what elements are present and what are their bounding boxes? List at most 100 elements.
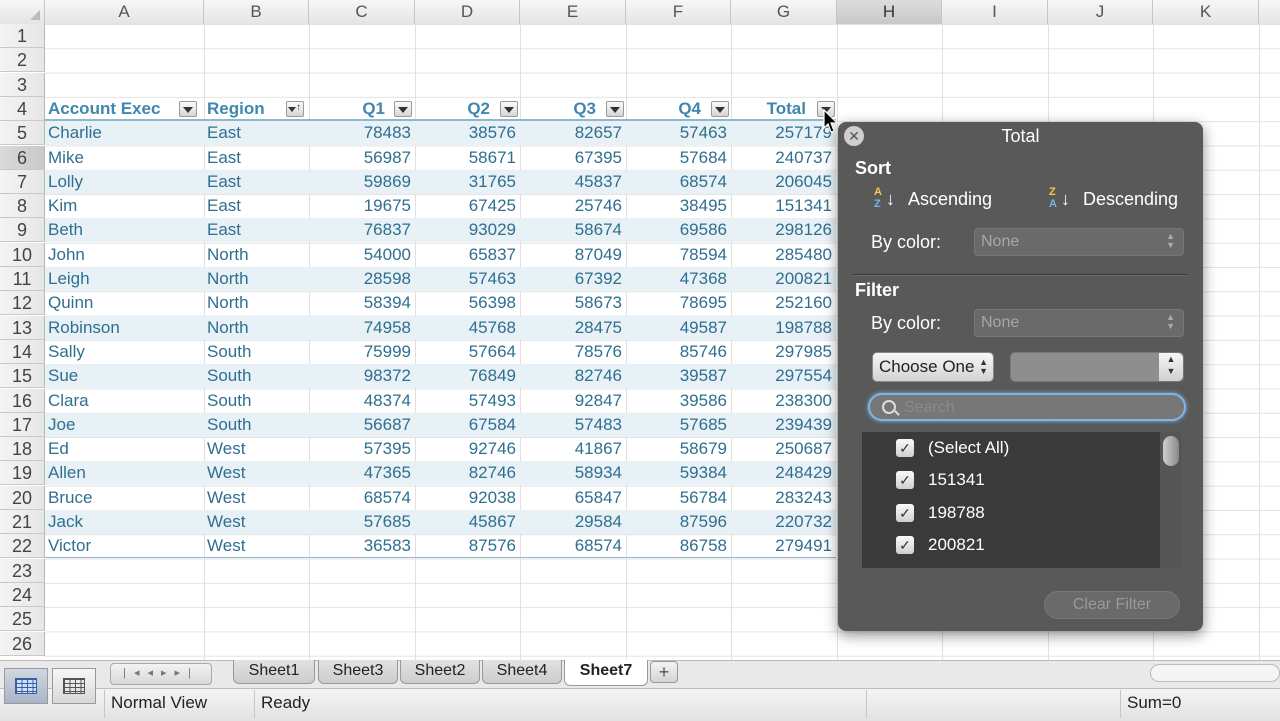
row-header-16[interactable]: 16 <box>0 388 45 413</box>
table-cell[interactable]: 36583 <box>309 534 415 558</box>
table-cell[interactable]: 19675 <box>309 194 415 218</box>
table-cell[interactable]: Sue <box>45 364 204 388</box>
column-header-e[interactable]: E <box>520 0 626 24</box>
filter-dropdown-icon[interactable] <box>711 100 729 117</box>
table-cell[interactable]: South <box>204 389 309 413</box>
column-header-c[interactable]: C <box>309 0 415 24</box>
table-cell[interactable]: 39586 <box>626 389 731 413</box>
table-cell[interactable]: 54000 <box>309 243 415 267</box>
table-cell[interactable]: North <box>204 267 309 291</box>
table-cell[interactable]: 200821 <box>731 267 836 291</box>
table-cell[interactable]: 297554 <box>731 364 836 388</box>
row-header-17[interactable]: 17 <box>0 412 45 437</box>
table-cell[interactable]: Victor <box>45 534 204 558</box>
table-cell[interactable]: 28475 <box>520 316 626 340</box>
row-header-4[interactable]: 4 <box>0 96 45 121</box>
filter-color-select[interactable]: None ▲ ▼ <box>974 309 1184 337</box>
column-header-f[interactable]: F <box>626 0 731 24</box>
row-header-6[interactable]: 6 <box>0 145 45 170</box>
table-cell[interactable]: 25746 <box>520 194 626 218</box>
row-header-18[interactable]: 18 <box>0 437 45 462</box>
table-cell[interactable]: 29584 <box>520 510 626 534</box>
table-cell[interactable]: 76849 <box>415 364 520 388</box>
filter-values-list[interactable]: ✓ (Select All) ✓ 151341 ✓ 198788 ✓ 200821 <box>862 432 1182 568</box>
table-cell[interactable]: Joe <box>45 413 204 437</box>
table-cell[interactable]: 58674 <box>520 218 626 242</box>
table-cell[interactable]: 57463 <box>626 121 731 145</box>
table-cell[interactable]: Leigh <box>45 267 204 291</box>
table-cell[interactable]: 65847 <box>520 486 626 510</box>
sheet-tab-sheet2[interactable]: Sheet2 <box>400 660 480 684</box>
row-header-25[interactable]: 25 <box>0 607 45 632</box>
table-cell[interactable]: Lolly <box>45 170 204 194</box>
sort-filter-dropdown-icon[interactable]: ↑ <box>286 100 304 117</box>
filter-list-item[interactable]: ✓ (Select All) <box>862 432 1158 464</box>
table-cell[interactable]: Robinson <box>45 316 204 340</box>
column-header-b[interactable]: B <box>204 0 309 24</box>
table-cell[interactable]: 279491 <box>731 534 836 558</box>
table-cell[interactable]: 58671 <box>415 146 520 170</box>
table-cell[interactable]: West <box>204 534 309 558</box>
table-cell[interactable]: 41867 <box>520 437 626 461</box>
table-cell[interactable]: 68574 <box>520 534 626 558</box>
table-cell[interactable]: 151341 <box>731 194 836 218</box>
table-cell[interactable]: 98372 <box>309 364 415 388</box>
sheet-tab-sheet7[interactable]: Sheet7 <box>564 660 648 686</box>
filter-dropdown-icon[interactable] <box>394 100 412 117</box>
table-cell[interactable]: West <box>204 461 309 485</box>
sort-ascending-button[interactable]: A Z ↓ Ascending <box>872 186 992 212</box>
table-cell[interactable]: 92847 <box>520 389 626 413</box>
checkbox-checked-icon[interactable]: ✓ <box>896 503 914 522</box>
table-cell[interactable]: 239439 <box>731 413 836 437</box>
table-cell[interactable]: 56687 <box>309 413 415 437</box>
table-cell[interactable]: Beth <box>45 218 204 242</box>
table-cell[interactable]: 238300 <box>731 389 836 413</box>
row-header-3[interactable]: 3 <box>0 72 45 97</box>
table-cell[interactable]: 82746 <box>415 461 520 485</box>
table-cell[interactable]: 87049 <box>520 243 626 267</box>
row-header-10[interactable]: 10 <box>0 242 45 267</box>
column-header-i[interactable]: I <box>942 0 1048 24</box>
table-cell[interactable]: 56784 <box>626 486 731 510</box>
row-header-12[interactable]: 12 <box>0 291 45 316</box>
table-cell[interactable]: 298126 <box>731 218 836 242</box>
table-cell[interactable]: 257179 <box>731 121 836 145</box>
table-cell[interactable]: East <box>204 146 309 170</box>
row-header-23[interactable]: 23 <box>0 558 45 583</box>
table-cell[interactable]: 67584 <box>415 413 520 437</box>
table-cell[interactable]: 56987 <box>309 146 415 170</box>
table-cell[interactable]: 56398 <box>415 291 520 315</box>
stepper-arrows-icon[interactable]: ▲ ▼ <box>1159 353 1183 381</box>
normal-view-button[interactable] <box>4 668 48 704</box>
table-cell[interactable]: Jack <box>45 510 204 534</box>
table-cell[interactable]: Mike <box>45 146 204 170</box>
table-cell[interactable]: 68574 <box>626 170 731 194</box>
table-cell[interactable]: 58394 <box>309 291 415 315</box>
table-cell[interactable]: 250687 <box>731 437 836 461</box>
table-cell[interactable]: 85746 <box>626 340 731 364</box>
table-cell[interactable]: 93029 <box>415 218 520 242</box>
table-cell[interactable]: 82746 <box>520 364 626 388</box>
table-cell[interactable]: 87576 <box>415 534 520 558</box>
row-header-8[interactable]: 8 <box>0 194 45 219</box>
add-sheet-button[interactable]: + <box>650 661 678 683</box>
table-cell[interactable]: 67395 <box>520 146 626 170</box>
table-cell[interactable]: North <box>204 316 309 340</box>
row-header-15[interactable]: 15 <box>0 364 45 389</box>
table-cell[interactable]: 67425 <box>415 194 520 218</box>
table-cell[interactable]: 240737 <box>731 146 836 170</box>
row-header-9[interactable]: 9 <box>0 218 45 243</box>
table-cell[interactable]: 87596 <box>626 510 731 534</box>
column-header-g[interactable]: G <box>731 0 837 24</box>
table-cell[interactable]: 248429 <box>731 461 836 485</box>
table-cell[interactable]: 65837 <box>415 243 520 267</box>
row-header-7[interactable]: 7 <box>0 169 45 194</box>
table-cell[interactable]: South <box>204 364 309 388</box>
scrollbar-thumb[interactable] <box>1163 436 1179 466</box>
row-header-11[interactable]: 11 <box>0 267 45 291</box>
column-title[interactable]: Total <box>731 97 812 121</box>
table-cell[interactable]: East <box>204 170 309 194</box>
column-header-a[interactable]: A <box>45 0 204 24</box>
table-cell[interactable]: John <box>45 243 204 267</box>
table-cell[interactable]: Ed <box>45 437 204 461</box>
